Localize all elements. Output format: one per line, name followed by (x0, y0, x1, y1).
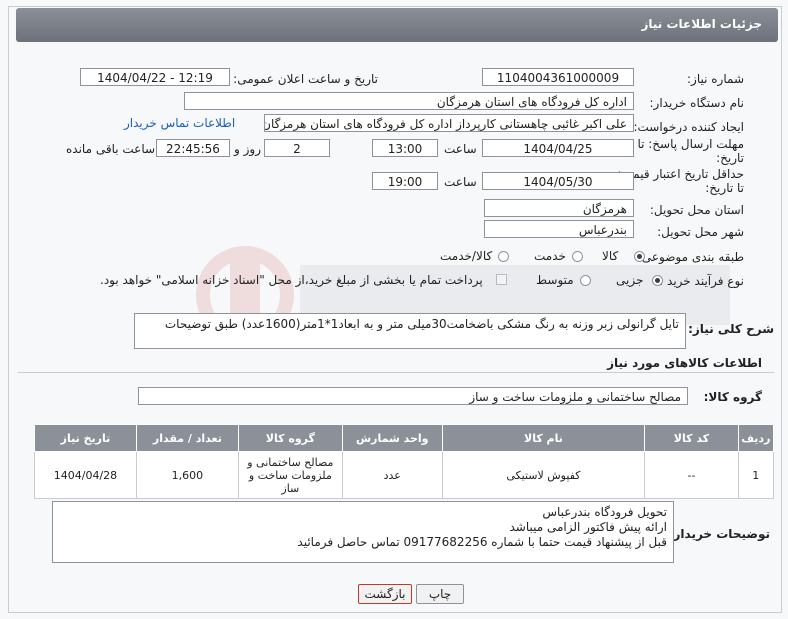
deadline-time-label: ساعت (444, 142, 477, 156)
validity-label-1: حداقل تاریخ اعتبار قیمت: (617, 167, 744, 181)
cell-unit: عدد (341, 451, 443, 499)
creator-label: ایجاد کننده درخواست: (633, 120, 744, 134)
need-number-label: شماره نیاز: (687, 72, 744, 86)
buyer-org-field[interactable]: اداره کل فرودگاه های استان هرمزگان (184, 92, 634, 110)
province-field[interactable]: هرمزگان (484, 199, 634, 217)
days-field[interactable]: 2 (264, 139, 330, 157)
announce-label: تاریخ و ساعت اعلان عمومی: (233, 72, 378, 86)
description-textarea[interactable]: تایل گرانولی زبر وزنه به رنگ مشکی باضخام… (134, 313, 686, 349)
window-titlebar: جزئیات اطلاعات نیاز (16, 8, 778, 42)
goods-group-field[interactable]: مصالح ساختمانی و ملزومات ساخت و ساز (138, 387, 688, 405)
category-option-service: خدمت (534, 249, 566, 263)
validity-date-field[interactable]: 1404/05/30 (482, 172, 634, 190)
category-label: طبقه بندی موضوعی: (637, 250, 744, 264)
buyer-notes-label: توضیحات خریدار: (668, 527, 770, 541)
cell-code: -- (644, 451, 739, 499)
treasury-checkbox[interactable] (496, 274, 507, 285)
window-title: جزئیات اطلاعات نیاز (641, 17, 762, 31)
goods-group-label: گروه کالا: (703, 390, 762, 404)
buyer-note-line: قبل از پیشنهاد قیمت حتما با شماره 091776… (297, 535, 667, 549)
payment-note: پرداخت تمام یا بخشی از مبلغ خرید،از محل … (100, 273, 483, 287)
print-button[interactable]: چاپ (416, 584, 464, 604)
need-number-field[interactable]: 1104004361000009 (482, 68, 634, 86)
cell-date: 1404/04/28 (34, 451, 137, 499)
process-radio-medium[interactable] (580, 275, 591, 286)
days-label: روز و (234, 142, 261, 156)
process-label: نوع فرآیند خرید : (659, 274, 744, 288)
deadline-label-2: تاریخ: (716, 151, 744, 165)
col-row: ردیف (737, 424, 775, 452)
validity-time-field[interactable]: 19:00 (372, 172, 438, 190)
buyer-note-line: ارائه پیش فاکتور الزامی میباشد (509, 520, 667, 534)
deadline-time-field[interactable]: 13:00 (372, 139, 438, 157)
items-table: ردیف کد کالا نام کالا واحد شمارش گروه کا… (34, 424, 775, 499)
cell-name: کفپوش لاستیکی (441, 451, 646, 499)
goods-section-title: اطلاعات کالاهای مورد نیاز (607, 356, 762, 370)
buyer-org-label: نام دستگاه خریدار: (649, 96, 745, 110)
process-radio-minor[interactable] (652, 275, 663, 286)
category-radio-both[interactable] (498, 251, 509, 262)
description-label: شرح کلی نیاز: (688, 322, 774, 336)
buyer-notes-textarea[interactable]: تحویل فرودگاه بندرعباس ارائه پیش فاکتور … (52, 501, 674, 563)
category-radio-goods[interactable] (634, 251, 645, 262)
col-qty: تعداد / مقدار (135, 424, 239, 452)
cell-qty: 1,600 (135, 451, 239, 499)
cell-row: 1 (737, 451, 775, 499)
announce-field[interactable]: 1404/04/22 - 12:19 (80, 68, 230, 86)
process-option-minor: جزیی (616, 273, 644, 287)
col-name: نام کالا (441, 424, 646, 452)
validity-time-label: ساعت (444, 175, 477, 189)
col-unit: واحد شمارش (341, 424, 443, 452)
contact-info-link[interactable]: اطلاعات تماس خریدار (124, 116, 235, 130)
category-radio-service[interactable] (572, 251, 583, 262)
process-option-medium: متوسط (536, 273, 574, 287)
col-date: تاریخ نیاز (34, 424, 137, 452)
deadline-label-1: مهلت ارسال پاسخ: تا (637, 137, 744, 151)
remaining-label: ساعت باقی مانده (66, 142, 156, 156)
col-group: گروه کالا (237, 424, 343, 452)
remaining-time-field[interactable]: 22:45:56 (156, 139, 230, 157)
category-option-goods: کالا (602, 249, 619, 263)
buyer-note-line: تحویل فرودگاه بندرعباس (542, 505, 667, 519)
city-label: شهر محل تحویل: (657, 225, 744, 239)
section-divider (18, 372, 774, 373)
creator-field[interactable]: علی اکبر غائبی چاهستانی کارپرداز اداره ک… (264, 114, 634, 132)
cell-group: مصالح ساختمانی و ملزومات ساخت و ساز (237, 451, 343, 499)
category-option-both: کالا/خدمت (440, 249, 493, 263)
validity-label-2: تا تاریخ: (705, 181, 744, 195)
table-header-row: ردیف کد کالا نام کالا واحد شمارش گروه کا… (34, 424, 775, 452)
back-button[interactable]: بازگشت (358, 584, 412, 604)
city-field[interactable]: بندرعباس (484, 220, 634, 238)
province-label: استان محل تحویل: (649, 203, 744, 217)
table-row[interactable]: 1 -- کفپوش لاستیکی عدد مصالح ساختمانی و … (34, 451, 775, 499)
col-code: کد کالا (644, 424, 739, 452)
deadline-date-field[interactable]: 1404/04/25 (482, 139, 634, 157)
